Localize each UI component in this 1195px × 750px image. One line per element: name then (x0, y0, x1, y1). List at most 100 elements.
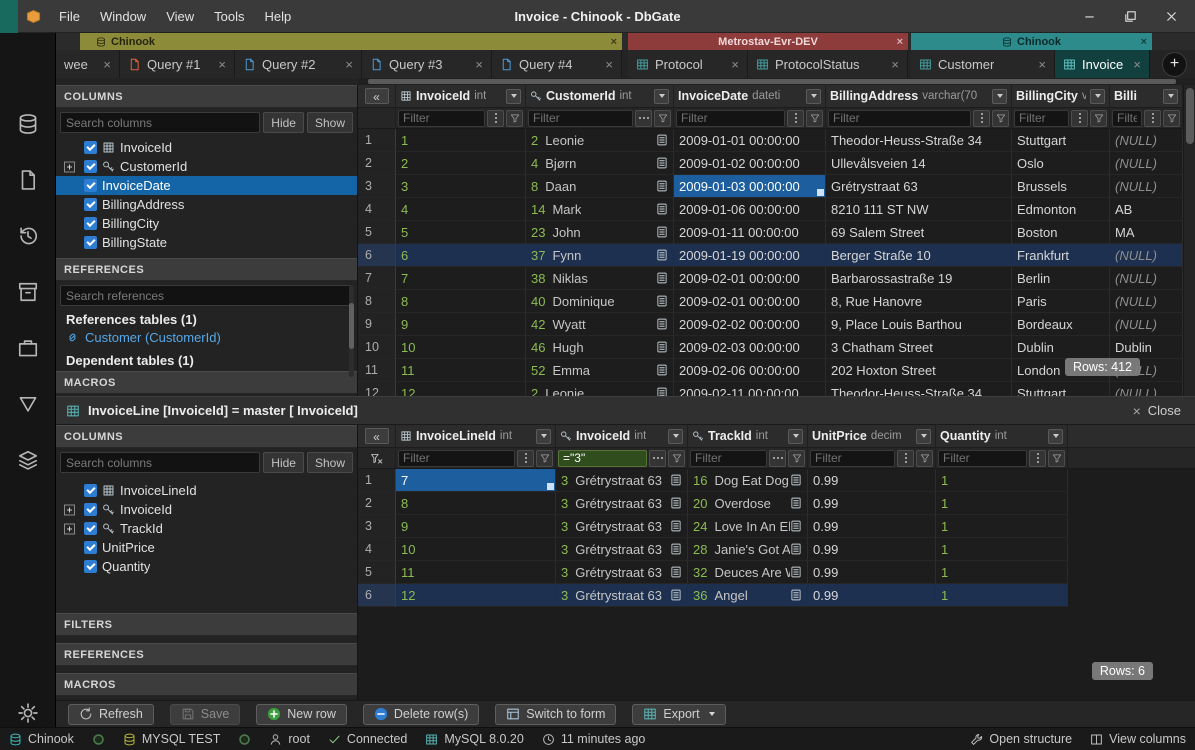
checkbox-icon[interactable] (84, 560, 97, 573)
column-item-billingaddress[interactable]: BillingAddress (56, 195, 357, 214)
new-tab-button[interactable] (1162, 52, 1187, 77)
references-section-header[interactable]: REFERENCES (56, 258, 357, 281)
checkbox-icon[interactable] (84, 503, 97, 516)
cell[interactable]: 2009-01-06 00:00:00 (674, 198, 826, 221)
row-number-cell[interactable]: 12 (358, 382, 396, 396)
checkbox-icon[interactable] (84, 179, 97, 192)
tab-group-chinook-2[interactable]: Chinook (911, 33, 1152, 50)
tab-customer[interactable]: Customer (911, 50, 1055, 78)
cell[interactable]: Barbarossastraße 19 (826, 267, 1012, 290)
row-number-cell[interactable]: 1 (358, 469, 396, 492)
checkbox-icon[interactable] (84, 236, 97, 249)
filter-funnel-button[interactable] (788, 450, 805, 467)
cell[interactable]: Edmonton (1012, 198, 1110, 221)
row-number-cell[interactable]: 5 (358, 221, 396, 244)
filter-input-unitprice[interactable] (810, 450, 895, 467)
column-header-invoicelineid[interactable]: InvoiceLineIdint (396, 425, 556, 447)
cell[interactable]: 1 (936, 538, 1068, 561)
cell[interactable]: 11 (396, 359, 526, 382)
cell[interactable]: 1 (936, 492, 1068, 515)
export-button[interactable]: Export (632, 704, 725, 725)
filter-input-customerid[interactable] (528, 110, 633, 127)
row-number-cell[interactable]: 8 (358, 290, 396, 313)
refresh-button[interactable]: Refresh (68, 704, 154, 725)
filter-menu-button[interactable] (1071, 110, 1088, 127)
cell[interactable]: 32Deuces Are Wild (688, 561, 808, 584)
cell[interactable]: Berlin (1012, 267, 1110, 290)
checkbox-icon[interactable] (84, 484, 97, 497)
column-header-invoiceid[interactable]: InvoiceIdint (556, 425, 688, 447)
tab-query-3[interactable]: Query #3 (362, 50, 492, 78)
status-connection-dot-1[interactable] (83, 728, 114, 750)
collapse-panel-button[interactable] (358, 85, 396, 107)
close-icon[interactable] (1038, 57, 1046, 72)
status-connection-mysql-test[interactable]: MYSQL TEST (114, 728, 230, 750)
close-icon[interactable] (103, 57, 111, 72)
expand-icon[interactable] (64, 504, 75, 515)
close-icon[interactable] (611, 36, 617, 48)
filter-funnel-button[interactable] (806, 110, 823, 127)
search-references-input[interactable] (60, 285, 353, 306)
columns-section-header[interactable]: COLUMNS (56, 85, 357, 108)
cell[interactable]: (NULL) (1110, 129, 1183, 152)
cell[interactable]: Stuttgart (1012, 129, 1110, 152)
cell[interactable]: 2Leonie (526, 129, 674, 152)
tab-group-metrostav-evr-dev-1[interactable]: Metrostav-Evr-DEV (628, 33, 908, 50)
column-menu-button[interactable] (916, 429, 931, 444)
cell[interactable]: 2009-02-01 00:00:00 (674, 290, 826, 313)
cell[interactable]: Dublin (1110, 336, 1183, 359)
cell[interactable]: 0.99 (808, 515, 936, 538)
cell[interactable]: (NULL) (1110, 175, 1183, 198)
clear-filters-button[interactable] (358, 448, 396, 468)
cell[interactable]: 1 (396, 129, 526, 152)
filter-input-billingaddress[interactable] (828, 110, 971, 127)
cell[interactable]: Grétrystraat 63 (826, 175, 1012, 198)
checkbox-icon[interactable] (84, 160, 97, 173)
row-number-cell[interactable]: 6 (358, 584, 396, 607)
column-item-unitprice[interactable]: UnitPrice (56, 538, 357, 557)
column-header-quantity[interactable]: Quantityint (936, 425, 1068, 447)
status-database-chinook[interactable]: Chinook (0, 728, 83, 750)
column-menu-button[interactable] (806, 89, 821, 104)
cell[interactable]: 8Daan (526, 175, 674, 198)
cell[interactable]: 7 (396, 469, 556, 492)
tab-query-1[interactable]: Query #1 (120, 50, 235, 78)
row-number-cell[interactable]: 1 (358, 129, 396, 152)
save-button[interactable]: Save (170, 704, 241, 725)
sidebar-briefcase-button[interactable] (17, 337, 39, 359)
cell[interactable]: 2009-01-19 00:00:00 (674, 244, 826, 267)
columns-section-header[interactable]: COLUMNS (56, 425, 357, 448)
cell[interactable]: 23John (526, 221, 674, 244)
cell[interactable]: Stuttgart (1012, 382, 1110, 396)
cell[interactable]: 8210 111 ST NW (826, 198, 1012, 221)
cell[interactable]: 2009-01-03 00:00:00 (674, 175, 826, 198)
status-user[interactable]: root (260, 728, 319, 750)
column-header-unitprice[interactable]: UnitPricedecim (808, 425, 936, 447)
cell[interactable]: 5 (396, 221, 526, 244)
filters-section-header[interactable]: FILTERS (56, 613, 357, 636)
cell[interactable]: Ullevålsveien 14 (826, 152, 1012, 175)
checkbox-icon[interactable] (84, 217, 97, 230)
column-menu-button[interactable] (654, 89, 669, 104)
close-button[interactable] (1164, 9, 1179, 24)
tab-invoice[interactable]: Invoice (1055, 50, 1150, 78)
cell[interactable]: Theodor-Heuss-Straße 34 (826, 129, 1012, 152)
cell[interactable]: 37Fynn (526, 244, 674, 267)
menu-tools[interactable]: Tools (204, 9, 254, 24)
hide-button[interactable]: Hide (263, 452, 304, 473)
checkbox-icon[interactable] (84, 541, 97, 554)
scrollbar-thumb[interactable] (349, 303, 354, 349)
macros-section-header[interactable]: MACROS (56, 673, 357, 696)
column-item-customerid[interactable]: CustomerId (56, 157, 357, 176)
tab-query-2[interactable]: Query #2 (235, 50, 362, 78)
cell[interactable]: 3Grétrystraat 63 (556, 538, 688, 561)
checkbox-icon[interactable] (84, 141, 97, 154)
panel-scrollbar[interactable] (349, 285, 354, 377)
cell[interactable]: (NULL) (1110, 290, 1183, 313)
cell[interactable]: 10 (396, 538, 556, 561)
cell[interactable]: 9 (396, 313, 526, 336)
filter-input-billi[interactable] (1112, 110, 1142, 127)
cell[interactable]: 0.99 (808, 492, 936, 515)
cell[interactable]: 9 (396, 515, 556, 538)
menu-view[interactable]: View (156, 9, 204, 24)
